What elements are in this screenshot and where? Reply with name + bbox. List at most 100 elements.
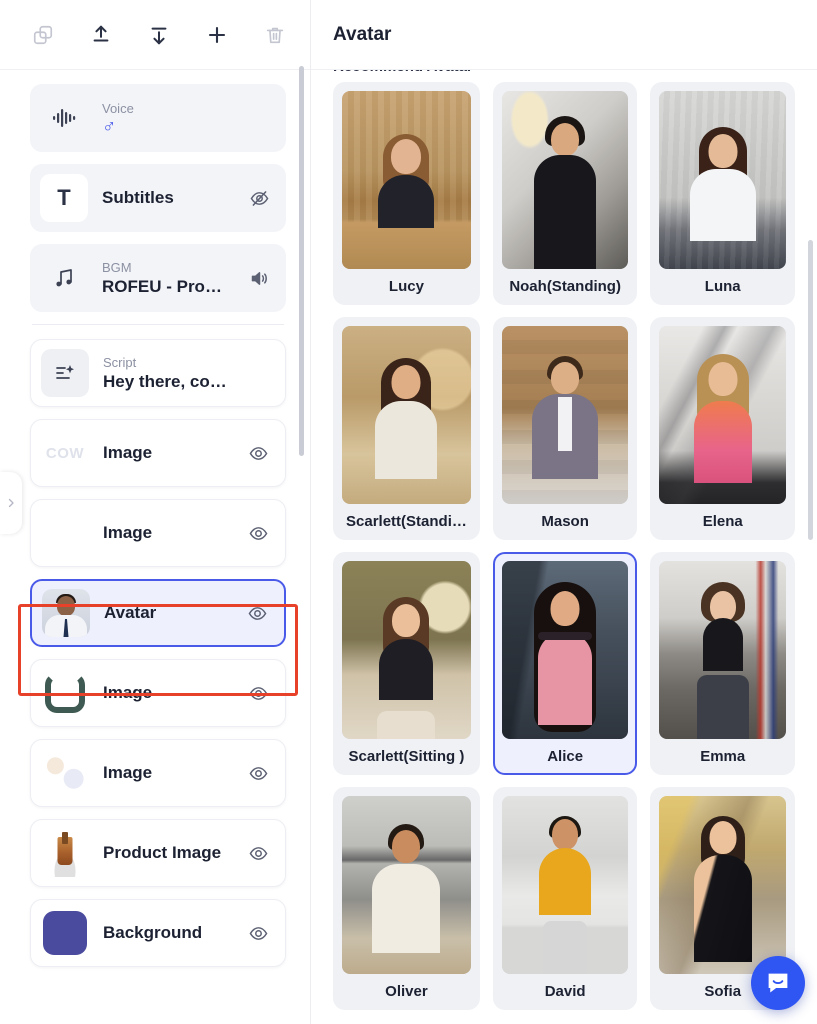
avatar-grid: Lucy Noah(Standing) Luna Scarlett(Standi… bbox=[333, 82, 795, 1010]
layer-script-sub: Script bbox=[103, 354, 137, 370]
add-button[interactable] bbox=[199, 17, 235, 53]
layer-image3-title: Image bbox=[103, 683, 153, 702]
layer-bgm-title: ROFEU - Pro… bbox=[102, 276, 222, 296]
color-swatch-icon bbox=[41, 909, 89, 957]
layer-bgm-sub: BGM bbox=[102, 259, 132, 275]
avatar-card[interactable]: Luna bbox=[650, 82, 795, 305]
eye-icon[interactable] bbox=[245, 680, 271, 706]
eye-icon[interactable] bbox=[244, 600, 270, 626]
layer-item-image-2[interactable]: Image bbox=[30, 499, 286, 567]
avatar-name: David bbox=[544, 982, 586, 1000]
layer-list[interactable]: Voice ♂ T Subtitles BGM ROFEU - Pro… Scr… bbox=[0, 70, 310, 1024]
layer-item-voice[interactable]: Voice ♂ bbox=[30, 84, 286, 152]
waveform-icon bbox=[40, 94, 88, 142]
layer-image4-text: Image bbox=[103, 762, 245, 784]
speaker-icon[interactable] bbox=[246, 265, 272, 291]
layer-item-image-3[interactable]: Image bbox=[30, 659, 286, 727]
delete-button[interactable] bbox=[257, 17, 293, 53]
layer-image1-text: Image bbox=[103, 442, 245, 464]
page-title: Avatar bbox=[333, 23, 392, 45]
duplicate-button[interactable] bbox=[25, 17, 61, 53]
magic-text-icon bbox=[41, 349, 89, 397]
avatar-card[interactable]: Scarlett(Standi… bbox=[333, 317, 480, 540]
avatar-name: Elena bbox=[702, 512, 743, 530]
layer-subtitles-text: Subtitles bbox=[102, 187, 246, 209]
avatar-editor-app: Voice ♂ T Subtitles BGM ROFEU - Pro… Scr… bbox=[0, 0, 817, 1024]
layers-scrollbar[interactable] bbox=[299, 66, 304, 456]
blank-icon bbox=[41, 509, 89, 557]
bracket-shape-icon bbox=[41, 669, 89, 717]
avatar-thumbnail bbox=[659, 91, 786, 269]
avatar-thumbnail bbox=[501, 91, 629, 269]
layer-background-text: Background bbox=[103, 922, 245, 944]
text-t-icon: T bbox=[40, 174, 88, 222]
layer-bgm-text: BGM ROFEU - Pro… bbox=[102, 259, 246, 298]
eye-icon[interactable] bbox=[245, 920, 271, 946]
avatar-thumbnail bbox=[659, 796, 786, 974]
avatar-name: Lucy bbox=[388, 277, 424, 295]
faint-image-icon bbox=[41, 749, 89, 797]
eye-icon[interactable] bbox=[245, 520, 271, 546]
layer-item-subtitles[interactable]: T Subtitles bbox=[30, 164, 286, 232]
layer-item-avatar[interactable]: Avatar bbox=[30, 579, 286, 647]
layer-subtitles-title: Subtitles bbox=[102, 188, 174, 207]
eye-icon[interactable] bbox=[245, 840, 271, 866]
avatar-photo-icon bbox=[42, 589, 90, 637]
layer-item-image-4[interactable]: Image bbox=[30, 739, 286, 807]
layer-item-product-image[interactable]: Product Image bbox=[30, 819, 286, 887]
move-to-top-button[interactable] bbox=[83, 17, 119, 53]
avatar-thumbnail bbox=[342, 91, 471, 269]
layer-toolbar bbox=[0, 0, 310, 70]
avatar-card[interactable]: Oliver bbox=[333, 787, 480, 1010]
avatar-card[interactable]: David bbox=[492, 787, 638, 1010]
layer-image3-text: Image bbox=[103, 682, 245, 704]
layer-voice-text: Voice ♂ bbox=[102, 100, 272, 137]
layers-panel: Voice ♂ T Subtitles BGM ROFEU - Pro… Scr… bbox=[0, 0, 311, 1024]
layer-script-text: Script Hey there, co… bbox=[103, 354, 271, 393]
avatar-name: Mason bbox=[541, 512, 589, 530]
layer-item-image-1[interactable]: COW Image bbox=[30, 419, 286, 487]
avatar-name: Emma bbox=[700, 747, 746, 765]
avatar-name: Scarlett(Sitting ) bbox=[348, 747, 465, 765]
layer-divider bbox=[32, 324, 284, 325]
eye-icon[interactable] bbox=[245, 440, 271, 466]
bottle-icon bbox=[41, 829, 89, 877]
panel-collapse-handle[interactable] bbox=[0, 472, 22, 534]
avatar-name: Oliver bbox=[385, 982, 428, 1000]
section-title: Recommend Avatar bbox=[333, 70, 795, 76]
layer-image2-text: Image bbox=[103, 522, 245, 544]
move-to-bottom-button[interactable] bbox=[141, 17, 177, 53]
eye-icon[interactable] bbox=[245, 760, 271, 786]
avatar-card[interactable]: Elena bbox=[650, 317, 795, 540]
avatar-grid-container[interactable]: Recommend Avatar Lucy bbox=[311, 70, 817, 1024]
avatar-name: Scarlett(Standi… bbox=[346, 512, 467, 530]
avatar-card[interactable]: Noah(Standing) bbox=[492, 82, 638, 305]
avatar-grid-scrollbar[interactable] bbox=[808, 240, 813, 540]
music-note-icon bbox=[40, 254, 88, 302]
eye-off-icon[interactable] bbox=[246, 185, 272, 211]
avatar-card[interactable]: Scarlett(Sitting ) bbox=[333, 552, 480, 775]
avatar-card[interactable]: Emma bbox=[650, 552, 795, 775]
layer-image1-title: Image bbox=[103, 443, 153, 462]
avatar-card[interactable]: Lucy bbox=[333, 82, 480, 305]
avatar-card-selected[interactable]: Alice bbox=[492, 552, 638, 775]
layer-avatar-title: Avatar bbox=[104, 603, 157, 622]
layer-voice-sub: Voice bbox=[102, 100, 134, 116]
male-gender-icon[interactable]: ♂ bbox=[102, 116, 272, 137]
avatar-thumbnail bbox=[501, 326, 629, 504]
avatar-thumbnail bbox=[659, 326, 786, 504]
avatar-card[interactable]: Mason bbox=[492, 317, 638, 540]
layer-item-bgm[interactable]: BGM ROFEU - Pro… bbox=[30, 244, 286, 312]
avatar-thumbnail bbox=[501, 796, 629, 974]
chat-bubble-icon[interactable] bbox=[751, 956, 805, 1010]
layer-item-script[interactable]: Script Hey there, co… bbox=[30, 339, 286, 407]
avatar-thumbnail bbox=[501, 561, 629, 739]
avatar-name: Alice bbox=[547, 747, 584, 765]
layer-item-background[interactable]: Background bbox=[30, 899, 286, 967]
panel-header: Avatar bbox=[311, 0, 817, 70]
avatar-thumbnail bbox=[342, 561, 471, 739]
layer-image2-title: Image bbox=[103, 523, 153, 542]
layer-product-title: Product Image bbox=[103, 843, 222, 862]
avatar-browser-panel: Avatar Recommend Avatar Lucy bbox=[311, 0, 817, 1024]
avatar-thumbnail bbox=[342, 326, 471, 504]
